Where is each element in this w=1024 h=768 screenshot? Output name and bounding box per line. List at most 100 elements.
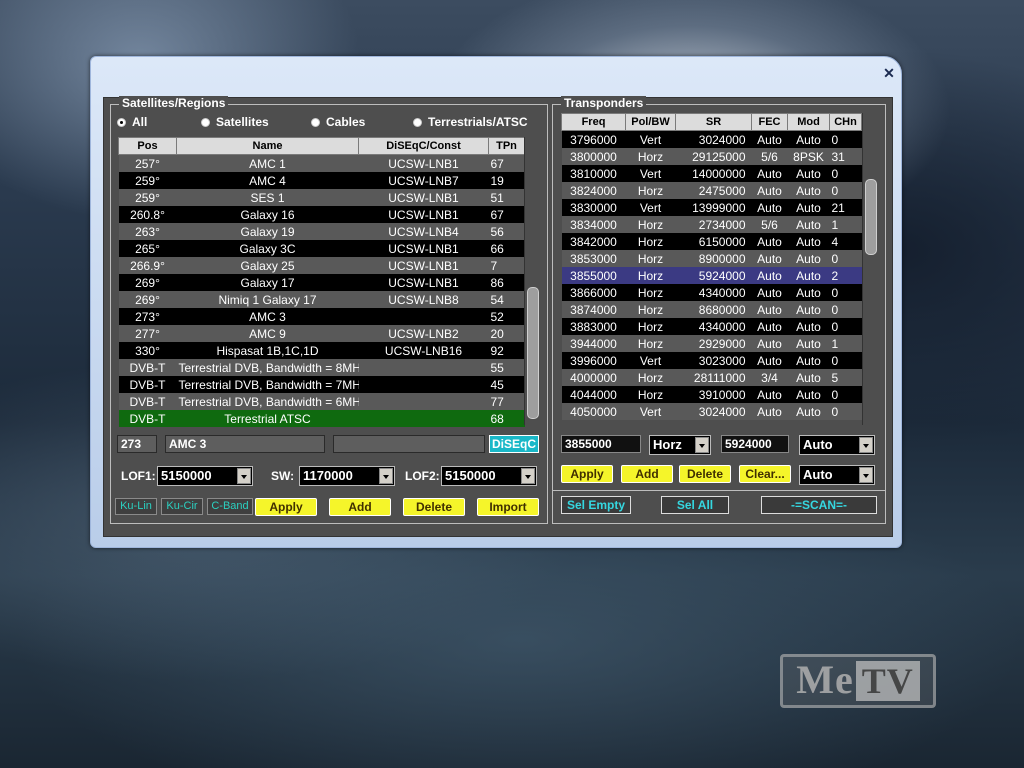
transponder-sr-cell: 2475000 xyxy=(675,182,752,199)
satellite-row[interactable]: DVB-T Terrestrial ATSC 68 xyxy=(118,410,525,427)
name-field[interactable]: AMC 3 xyxy=(165,435,325,453)
freq-field[interactable]: 3855000 xyxy=(561,435,641,453)
transponder-row[interactable]: 3883000 Horz 4340000 Auto Auto 0 xyxy=(561,318,862,335)
satellite-row[interactable]: DVB-T Terrestrial DVB, Bandwidth = 8MH 55 xyxy=(118,359,525,376)
transponder-chn-cell: 0 xyxy=(829,165,862,182)
col-header-diseqc[interactable]: DiSEqC/Const xyxy=(358,137,489,155)
col-header-sr[interactable]: SR xyxy=(675,113,752,131)
diseqc-button[interactable]: DiSEqC xyxy=(489,435,539,453)
lof1-value: 5150000 xyxy=(161,468,212,483)
transponders-scrollbar[interactable] xyxy=(862,113,877,425)
satellite-row[interactable]: 269° Nimiq 1 Galaxy 17 UCSW-LNB8 54 xyxy=(118,291,525,308)
transponder-row[interactable]: 3800000 Horz 29125000 5/6 8PSK 31 xyxy=(561,148,862,165)
col-header-pos[interactable]: Pos xyxy=(118,137,177,155)
transponders-scroll-thumb[interactable] xyxy=(865,179,877,255)
fec-value: Auto xyxy=(803,437,833,452)
satellite-row[interactable]: 266.9° Galaxy 25 UCSW-LNB1 7 xyxy=(118,257,525,274)
pos-field[interactable]: 273 xyxy=(117,435,157,453)
satellite-row[interactable]: 277° AMC 9 UCSW-LNB2 20 xyxy=(118,325,525,342)
transponder-row[interactable]: 3834000 Horz 2734000 5/6 Auto 1 xyxy=(561,216,862,233)
satellite-tpn-cell: 56 xyxy=(488,223,525,240)
col-header-fec[interactable]: FEC xyxy=(751,113,788,131)
transponder-mod-cell: Auto xyxy=(787,386,830,403)
radio-all[interactable]: All xyxy=(117,115,147,129)
sel-empty-button[interactable]: Sel Empty xyxy=(561,496,631,514)
sr-field[interactable]: 5924000 xyxy=(721,435,789,453)
transponder-row[interactable]: 3810000 Vert 14000000 Auto Auto 0 xyxy=(561,165,862,182)
sel-all-button[interactable]: Sel All xyxy=(661,496,729,514)
satellite-row[interactable]: 273° AMC 3 52 xyxy=(118,308,525,325)
satellite-name-cell: Terrestrial DVB, Bandwidth = 7MH xyxy=(176,376,359,393)
satellites-scrollbar[interactable] xyxy=(524,137,539,425)
sat-add-button[interactable]: Add xyxy=(329,498,391,516)
transponder-row[interactable]: 3944000 Horz 2929000 Auto Auto 1 xyxy=(561,335,862,352)
lof1-select[interactable]: 5150000 xyxy=(157,466,253,486)
satellite-name-cell: Terrestrial DVB, Bandwidth = 8MH xyxy=(176,359,359,376)
col-header-chn[interactable]: CHn xyxy=(829,113,862,131)
col-header-tpn[interactable]: TPn xyxy=(488,137,525,155)
transponder-fec-cell: Auto xyxy=(751,301,788,318)
tp-clear-button[interactable]: Clear... xyxy=(739,465,791,483)
satellite-row[interactable]: 269° Galaxy 17 UCSW-LNB1 86 xyxy=(118,274,525,291)
satellite-row[interactable]: 259° SES 1 UCSW-LNB1 51 xyxy=(118,189,525,206)
lof2-label: LOF2: xyxy=(405,469,440,483)
ku-lin-button[interactable]: Ku-Lin xyxy=(115,498,157,515)
sat-import-button[interactable]: Import xyxy=(477,498,539,516)
transponder-freq-cell: 4044000 xyxy=(561,386,626,403)
satellites-scroll-thumb[interactable] xyxy=(527,287,539,419)
satellite-row[interactable]: DVB-T Terrestrial DVB, Bandwidth = 6MH 77 xyxy=(118,393,525,410)
radio-satellites[interactable]: Satellites xyxy=(201,115,269,129)
tp-apply-button[interactable]: Apply xyxy=(561,465,613,483)
radio-cables[interactable]: Cables xyxy=(311,115,365,129)
sat-delete-button[interactable]: Delete xyxy=(403,498,465,516)
const-field[interactable] xyxy=(333,435,485,453)
close-icon[interactable]: ✕ xyxy=(881,65,897,81)
transponder-row[interactable]: 3796000 Vert 3024000 Auto Auto 0 xyxy=(561,130,862,148)
pol-value: Horz xyxy=(653,437,682,452)
transponder-row[interactable]: 4000000 Horz 28111000 3/4 Auto 5 xyxy=(561,369,862,386)
transponder-pol-cell: Horz xyxy=(625,250,676,267)
pol-select[interactable]: Horz xyxy=(649,435,711,455)
tp-delete-button[interactable]: Delete xyxy=(679,465,731,483)
col-header-freq[interactable]: Freq xyxy=(561,113,626,131)
transponder-row[interactable]: 3866000 Horz 4340000 Auto Auto 0 xyxy=(561,284,862,301)
sat-apply-button[interactable]: Apply xyxy=(255,498,317,516)
satellite-row[interactable]: 260.8° Galaxy 16 UCSW-LNB1 67 xyxy=(118,206,525,223)
transponder-row[interactable]: 3996000 Vert 3023000 Auto Auto 0 xyxy=(561,352,862,369)
scan-button[interactable]: -=SCAN=- xyxy=(761,496,877,514)
transponder-row[interactable]: 3830000 Vert 13999000 Auto Auto 21 xyxy=(561,199,862,216)
satellite-tpn-cell: 7 xyxy=(488,257,525,274)
transponder-sr-cell: 3023000 xyxy=(675,352,752,369)
transponder-row[interactable]: 4044000 Horz 3910000 Auto Auto 0 xyxy=(561,386,862,403)
satellites-table-body: 257° AMC 1 UCSW-LNB1 67 259° AMC 4 UCSW-LNB7 19… xyxy=(118,154,525,427)
sw-select[interactable]: 1170000 xyxy=(299,466,395,486)
transponder-row[interactable]: 4050000 Vert 3024000 Auto Auto 0 xyxy=(561,403,862,420)
transponder-row[interactable]: 3824000 Horz 2475000 Auto Auto 0 xyxy=(561,182,862,199)
col-header-mod[interactable]: Mod xyxy=(787,113,830,131)
satellite-row[interactable]: 263° Galaxy 19 UCSW-LNB4 56 xyxy=(118,223,525,240)
transponder-fec-cell: Auto xyxy=(751,130,788,148)
satellite-row[interactable]: DVB-T Terrestrial DVB, Bandwidth = 7MH 45 xyxy=(118,376,525,393)
transponder-row[interactable]: 3855000 Horz 5924000 Auto Auto 2 xyxy=(561,267,862,284)
transponders-table: Freq Pol/BW SR FEC Mod CHn 3796000 Vert 30… xyxy=(561,113,862,420)
col-header-name[interactable]: Name xyxy=(176,137,359,155)
transponders-group-title: Transponders xyxy=(561,96,647,110)
transponder-row[interactable]: 3842000 Horz 6150000 Auto Auto 4 xyxy=(561,233,862,250)
satellite-row[interactable]: 330° Hispasat 1B,1C,1D UCSW-LNB16 92 xyxy=(118,342,525,359)
satellite-row[interactable]: 265° Galaxy 3C UCSW-LNB1 66 xyxy=(118,240,525,257)
satellite-row[interactable]: 257° AMC 1 UCSW-LNB1 67 xyxy=(118,154,525,172)
fec-select[interactable]: Auto xyxy=(799,435,875,455)
ku-cir-button[interactable]: Ku-Cir xyxy=(161,498,203,515)
transponder-row[interactable]: 3874000 Horz 8680000 Auto Auto 0 xyxy=(561,301,862,318)
satellite-row[interactable]: 259° AMC 4 UCSW-LNB7 19 xyxy=(118,172,525,189)
c-band-button[interactable]: C-Band xyxy=(207,498,253,515)
satellite-tpn-cell: 77 xyxy=(488,393,525,410)
satellite-pos-cell: 277° xyxy=(118,325,177,342)
satellite-name-cell: Terrestrial ATSC xyxy=(176,410,359,427)
transponder-row[interactable]: 3853000 Horz 8900000 Auto Auto 0 xyxy=(561,250,862,267)
radio-terrestrials[interactable]: Terrestrials/ATSC xyxy=(413,115,528,129)
tp-add-button[interactable]: Add xyxy=(621,465,673,483)
col-header-pol-bw[interactable]: Pol/BW xyxy=(625,113,676,131)
lof2-select[interactable]: 5150000 xyxy=(441,466,537,486)
mod-select[interactable]: Auto xyxy=(799,465,875,485)
